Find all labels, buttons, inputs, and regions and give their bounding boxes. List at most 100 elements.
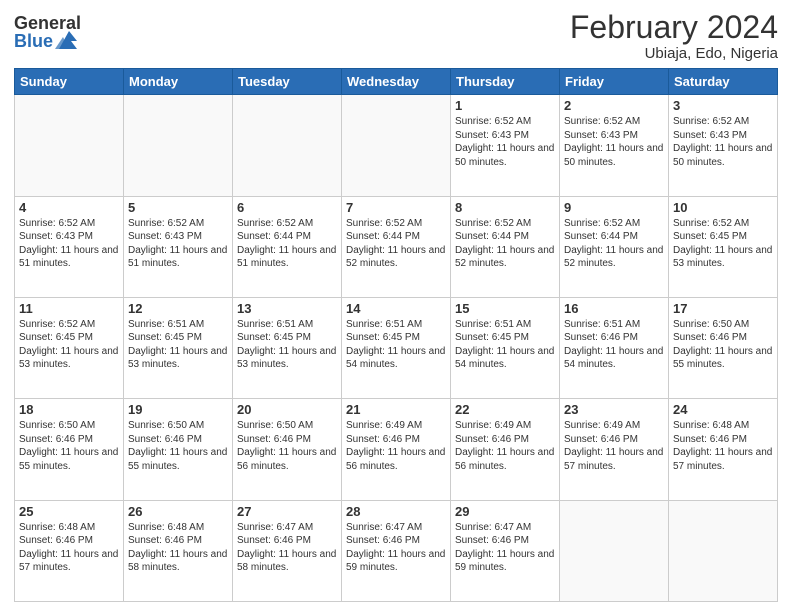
day-number: 3 [673, 98, 773, 113]
calendar-cell: 19Sunrise: 6:50 AMSunset: 6:46 PMDayligh… [124, 399, 233, 500]
day-number: 12 [128, 301, 228, 316]
day-number: 8 [455, 200, 555, 215]
day-number: 1 [455, 98, 555, 113]
day-number: 17 [673, 301, 773, 316]
day-info: Sunrise: 6:52 AMSunset: 6:44 PMDaylight:… [564, 217, 664, 271]
day-number: 18 [19, 402, 119, 417]
header: General Blue February 2024 Ubiaja, Edo, … [14, 10, 778, 62]
day-number: 24 [673, 402, 773, 417]
calendar-cell: 6 Sunrise: 6:52 AMSunset: 6:44 PMDaylight… [233, 196, 342, 297]
calendar-cell: 18 Sunrise: 6:50 AMSunset: 6:46 PMDayligh… [15, 399, 124, 500]
day-number: 7 [346, 200, 446, 215]
day-number: 13 [237, 301, 337, 316]
day-info: Sunrise: 6:49 AMSunset: 6:46 PMDaylight:… [455, 419, 555, 473]
logo-icon [55, 31, 77, 49]
day-number: 14 [346, 301, 446, 316]
logo-blue: Blue [14, 32, 53, 50]
calendar-week-3: 11 Sunrise: 6:52 AMSunset: 6:45 PMDayligh… [15, 297, 778, 398]
calendar-cell: 27 Sunrise: 6:47 AMSunset: 6:46 PMDayligh… [233, 500, 342, 601]
day-number: 2 [564, 98, 664, 113]
day-number: 10 [673, 200, 773, 215]
day-number: 11 [19, 301, 119, 316]
day-info: Sunrise: 6:51 AMSunset: 6:45 PMDaylight:… [128, 318, 228, 372]
day-info: Sunrise: 6:47 AMSunset: 6:46 PMDaylight:… [237, 521, 337, 575]
day-info: Sunrise: 6:48 AMSunset: 6:46 PMDaylight:… [673, 419, 773, 473]
day-info: Sunrise: 6:48 AMSunset: 6:46 PMDaylight:… [128, 521, 228, 575]
day-number: 25 [19, 504, 119, 519]
day-info: Sunrise: 6:52 AMSunset: 6:44 PMDaylight:… [455, 217, 555, 271]
calendar-cell: 5 Sunrise: 6:52 AMSunset: 6:43 PMDaylight… [124, 196, 233, 297]
day-info: Sunrise: 6:51 AMSunset: 6:46 PMDaylight:… [564, 318, 664, 372]
day-number: 16 [564, 301, 664, 316]
calendar-cell: 11 Sunrise: 6:52 AMSunset: 6:45 PMDayligh… [15, 297, 124, 398]
day-number: 5 [128, 200, 228, 215]
calendar-cell: 17 Sunrise: 6:50 AMSunset: 6:46 PMDayligh… [669, 297, 778, 398]
day-number: 27 [237, 504, 337, 519]
day-info: Sunrise: 6:50 AMSunset: 6:46 PMDaylight:… [237, 419, 337, 473]
main-title: February 2024 [570, 10, 778, 45]
calendar-week-5: 25 Sunrise: 6:48 AMSunset: 6:46 PMDayligh… [15, 500, 778, 601]
day-info: Sunrise: 6:49 AMSunset: 6:46 PMDaylight:… [346, 419, 446, 473]
day-number: 23 [564, 402, 664, 417]
day-number: 9 [564, 200, 664, 215]
calendar-cell: 28Sunrise: 6:47 AMSunset: 6:46 PMDayligh… [342, 500, 451, 601]
calendar-cell: 3 Sunrise: 6:52 AMSunset: 6:43 PMDaylight… [669, 95, 778, 196]
calendar-cell: 23Sunrise: 6:49 AMSunset: 6:46 PMDayligh… [560, 399, 669, 500]
day-info: Sunrise: 6:51 AMSunset: 6:45 PMDaylight:… [237, 318, 337, 372]
calendar-cell: 7 Sunrise: 6:52 AMSunset: 6:44 PMDaylight… [342, 196, 451, 297]
day-info: Sunrise: 6:52 AMSunset: 6:43 PMDaylight:… [564, 115, 664, 169]
calendar-cell: 26 Sunrise: 6:48 AMSunset: 6:46 PMDayligh… [124, 500, 233, 601]
day-info: Sunrise: 6:52 AMSunset: 6:43 PMDaylight:… [673, 115, 773, 169]
day-info: Sunrise: 6:52 AMSunset: 6:45 PMDaylight:… [19, 318, 119, 372]
calendar-cell: 1 Sunrise: 6:52 AMSunset: 6:43 PMDaylight… [451, 95, 560, 196]
calendar-cell [669, 500, 778, 601]
day-number: 21 [346, 402, 446, 417]
calendar-week-1: 1 Sunrise: 6:52 AMSunset: 6:43 PMDaylight… [15, 95, 778, 196]
calendar-cell [342, 95, 451, 196]
calendar-cell: 8 Sunrise: 6:52 AMSunset: 6:44 PMDaylight… [451, 196, 560, 297]
calendar-cell: 9 Sunrise: 6:52 AMSunset: 6:44 PMDaylight… [560, 196, 669, 297]
title-block: February 2024 Ubiaja, Edo, Nigeria [570, 10, 778, 62]
day-info: Sunrise: 6:52 AMSunset: 6:44 PMDaylight:… [346, 217, 446, 271]
day-number: 15 [455, 301, 555, 316]
calendar-cell: 20Sunrise: 6:50 AMSunset: 6:46 PMDayligh… [233, 399, 342, 500]
calendar-cell: 22 Sunrise: 6:49 AMSunset: 6:46 PMDayligh… [451, 399, 560, 500]
calendar-week-4: 18 Sunrise: 6:50 AMSunset: 6:46 PMDayligh… [15, 399, 778, 500]
calendar-week-2: 4Sunrise: 6:52 AMSunset: 6:43 PMDaylight… [15, 196, 778, 297]
subtitle: Ubiaja, Edo, Nigeria [570, 45, 778, 62]
col-monday: Monday [124, 69, 233, 95]
calendar-cell: 12 Sunrise: 6:51 AMSunset: 6:45 PMDayligh… [124, 297, 233, 398]
calendar-cell: 10Sunrise: 6:52 AMSunset: 6:45 PMDayligh… [669, 196, 778, 297]
calendar-cell: 24 Sunrise: 6:48 AMSunset: 6:46 PMDayligh… [669, 399, 778, 500]
calendar-cell [233, 95, 342, 196]
day-info: Sunrise: 6:51 AMSunset: 6:45 PMDaylight:… [455, 318, 555, 372]
col-saturday: Saturday [669, 69, 778, 95]
day-number: 6 [237, 200, 337, 215]
col-tuesday: Tuesday [233, 69, 342, 95]
logo-general: General [14, 14, 81, 32]
day-info: Sunrise: 6:47 AMSunset: 6:46 PMDaylight:… [346, 521, 446, 575]
page: General Blue February 2024 Ubiaja, Edo, … [0, 0, 792, 612]
calendar-cell: 25 Sunrise: 6:48 AMSunset: 6:46 PMDayligh… [15, 500, 124, 601]
calendar-cell: 16 Sunrise: 6:51 AMSunset: 6:46 PMDayligh… [560, 297, 669, 398]
day-info: Sunrise: 6:50 AMSunset: 6:46 PMDaylight:… [673, 318, 773, 372]
calendar-cell: 15 Sunrise: 6:51 AMSunset: 6:45 PMDayligh… [451, 297, 560, 398]
calendar-cell [560, 500, 669, 601]
day-number: 22 [455, 402, 555, 417]
day-number: 19 [128, 402, 228, 417]
day-info: Sunrise: 6:47 AMSunset: 6:46 PMDaylight:… [455, 521, 555, 575]
day-info: Sunrise: 6:48 AMSunset: 6:46 PMDaylight:… [19, 521, 119, 575]
day-info: Sunrise: 6:50 AMSunset: 6:46 PMDaylight:… [19, 419, 119, 473]
day-info: Sunrise: 6:51 AMSunset: 6:45 PMDaylight:… [346, 318, 446, 372]
col-thursday: Thursday [451, 69, 560, 95]
day-info: Sunrise: 6:52 AMSunset: 6:43 PMDaylight:… [128, 217, 228, 271]
calendar-header-row: Sunday Monday Tuesday Wednesday Thursday… [15, 69, 778, 95]
day-info: Sunrise: 6:52 AMSunset: 6:44 PMDaylight:… [237, 217, 337, 271]
day-info: Sunrise: 6:52 AMSunset: 6:43 PMDaylight:… [455, 115, 555, 169]
calendar-cell [15, 95, 124, 196]
calendar-cell [124, 95, 233, 196]
day-number: 26 [128, 504, 228, 519]
col-sunday: Sunday [15, 69, 124, 95]
calendar-cell: 2 Sunrise: 6:52 AMSunset: 6:43 PMDaylight… [560, 95, 669, 196]
calendar: Sunday Monday Tuesday Wednesday Thursday… [14, 68, 778, 602]
